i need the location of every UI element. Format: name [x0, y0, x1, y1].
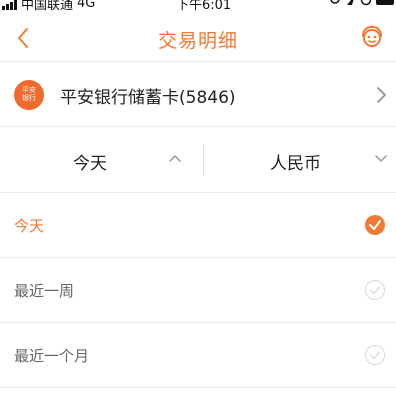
bank-logo: 平安 银行: [14, 80, 44, 110]
carrier-label: 中国联通: [21, 0, 74, 13]
currency-filter-label: 人民币: [270, 154, 321, 174]
bank-card-selector[interactable]: 平安 银行 平安银行储蓄卡(5846): [0, 63, 396, 127]
option-label: 今天: [14, 217, 45, 235]
navigation-bar: 交易明细: [0, 14, 396, 62]
option-label: 最近一周: [14, 282, 75, 300]
bank-card-name: 平安银行储蓄卡(5846): [60, 88, 236, 108]
status-right: [328, 0, 394, 6]
option-today[interactable]: 今天: [0, 193, 396, 258]
bank-logo-text-bottom: 银行: [22, 94, 36, 102]
chevron-up-icon: [169, 155, 181, 162]
currency-filter[interactable]: 人民币: [204, 127, 396, 193]
checked-icon: [365, 215, 385, 235]
period-filter[interactable]: 今天: [0, 127, 203, 193]
chevron-down-icon: [375, 155, 387, 162]
status-time: 下午6:01: [176, 0, 232, 13]
battery-icon: [376, 0, 394, 5]
alarm-icon: [360, 0, 372, 6]
location-icon: [330, 0, 340, 4]
unchecked-icon: [365, 280, 385, 300]
period-filter-label: 今天: [73, 154, 107, 174]
customer-service-icon[interactable]: [358, 23, 386, 51]
status-left: 中国联通 4G: [2, 0, 95, 13]
unchecked-icon: [365, 345, 385, 365]
status-bar: 中国联通 4G 下午6:01: [0, 0, 396, 13]
signal-icon: [2, 0, 17, 10]
option-label: 最近一个月: [14, 347, 90, 365]
option-last-week[interactable]: 最近一周: [0, 258, 396, 323]
arrow-icon: [347, 0, 354, 5]
page-title: 交易明细: [157, 30, 238, 52]
option-last-month[interactable]: 最近一个月: [0, 323, 396, 388]
chevron-right-icon: [377, 87, 386, 103]
filter-bar: 今天 人民币: [0, 127, 396, 193]
bank-logo-text-top: 平安: [22, 86, 36, 94]
network-label: 4G: [77, 0, 96, 11]
